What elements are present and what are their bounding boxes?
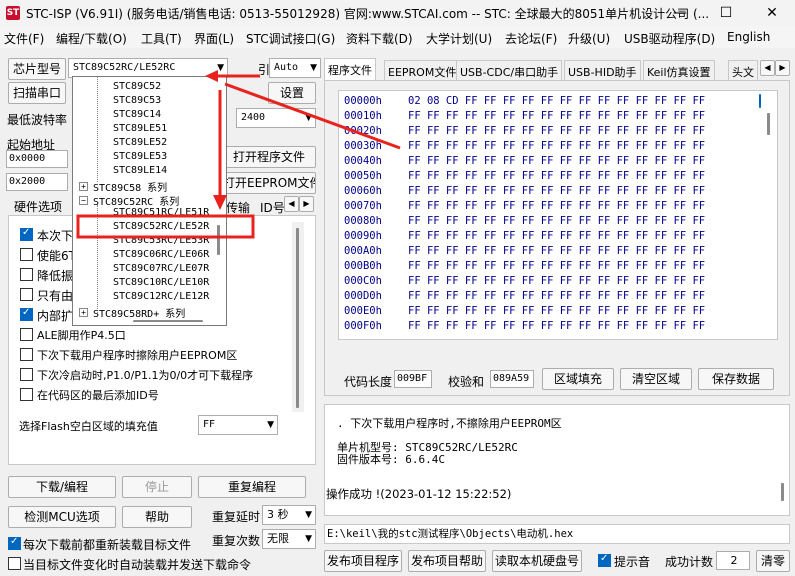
highlight-box (76, 214, 255, 239)
annotation-overlay (76, 70, 401, 239)
arrow-head-icon (213, 195, 227, 210)
arrow-head-icon (205, 70, 218, 82)
annotation-arrow (224, 82, 401, 150)
